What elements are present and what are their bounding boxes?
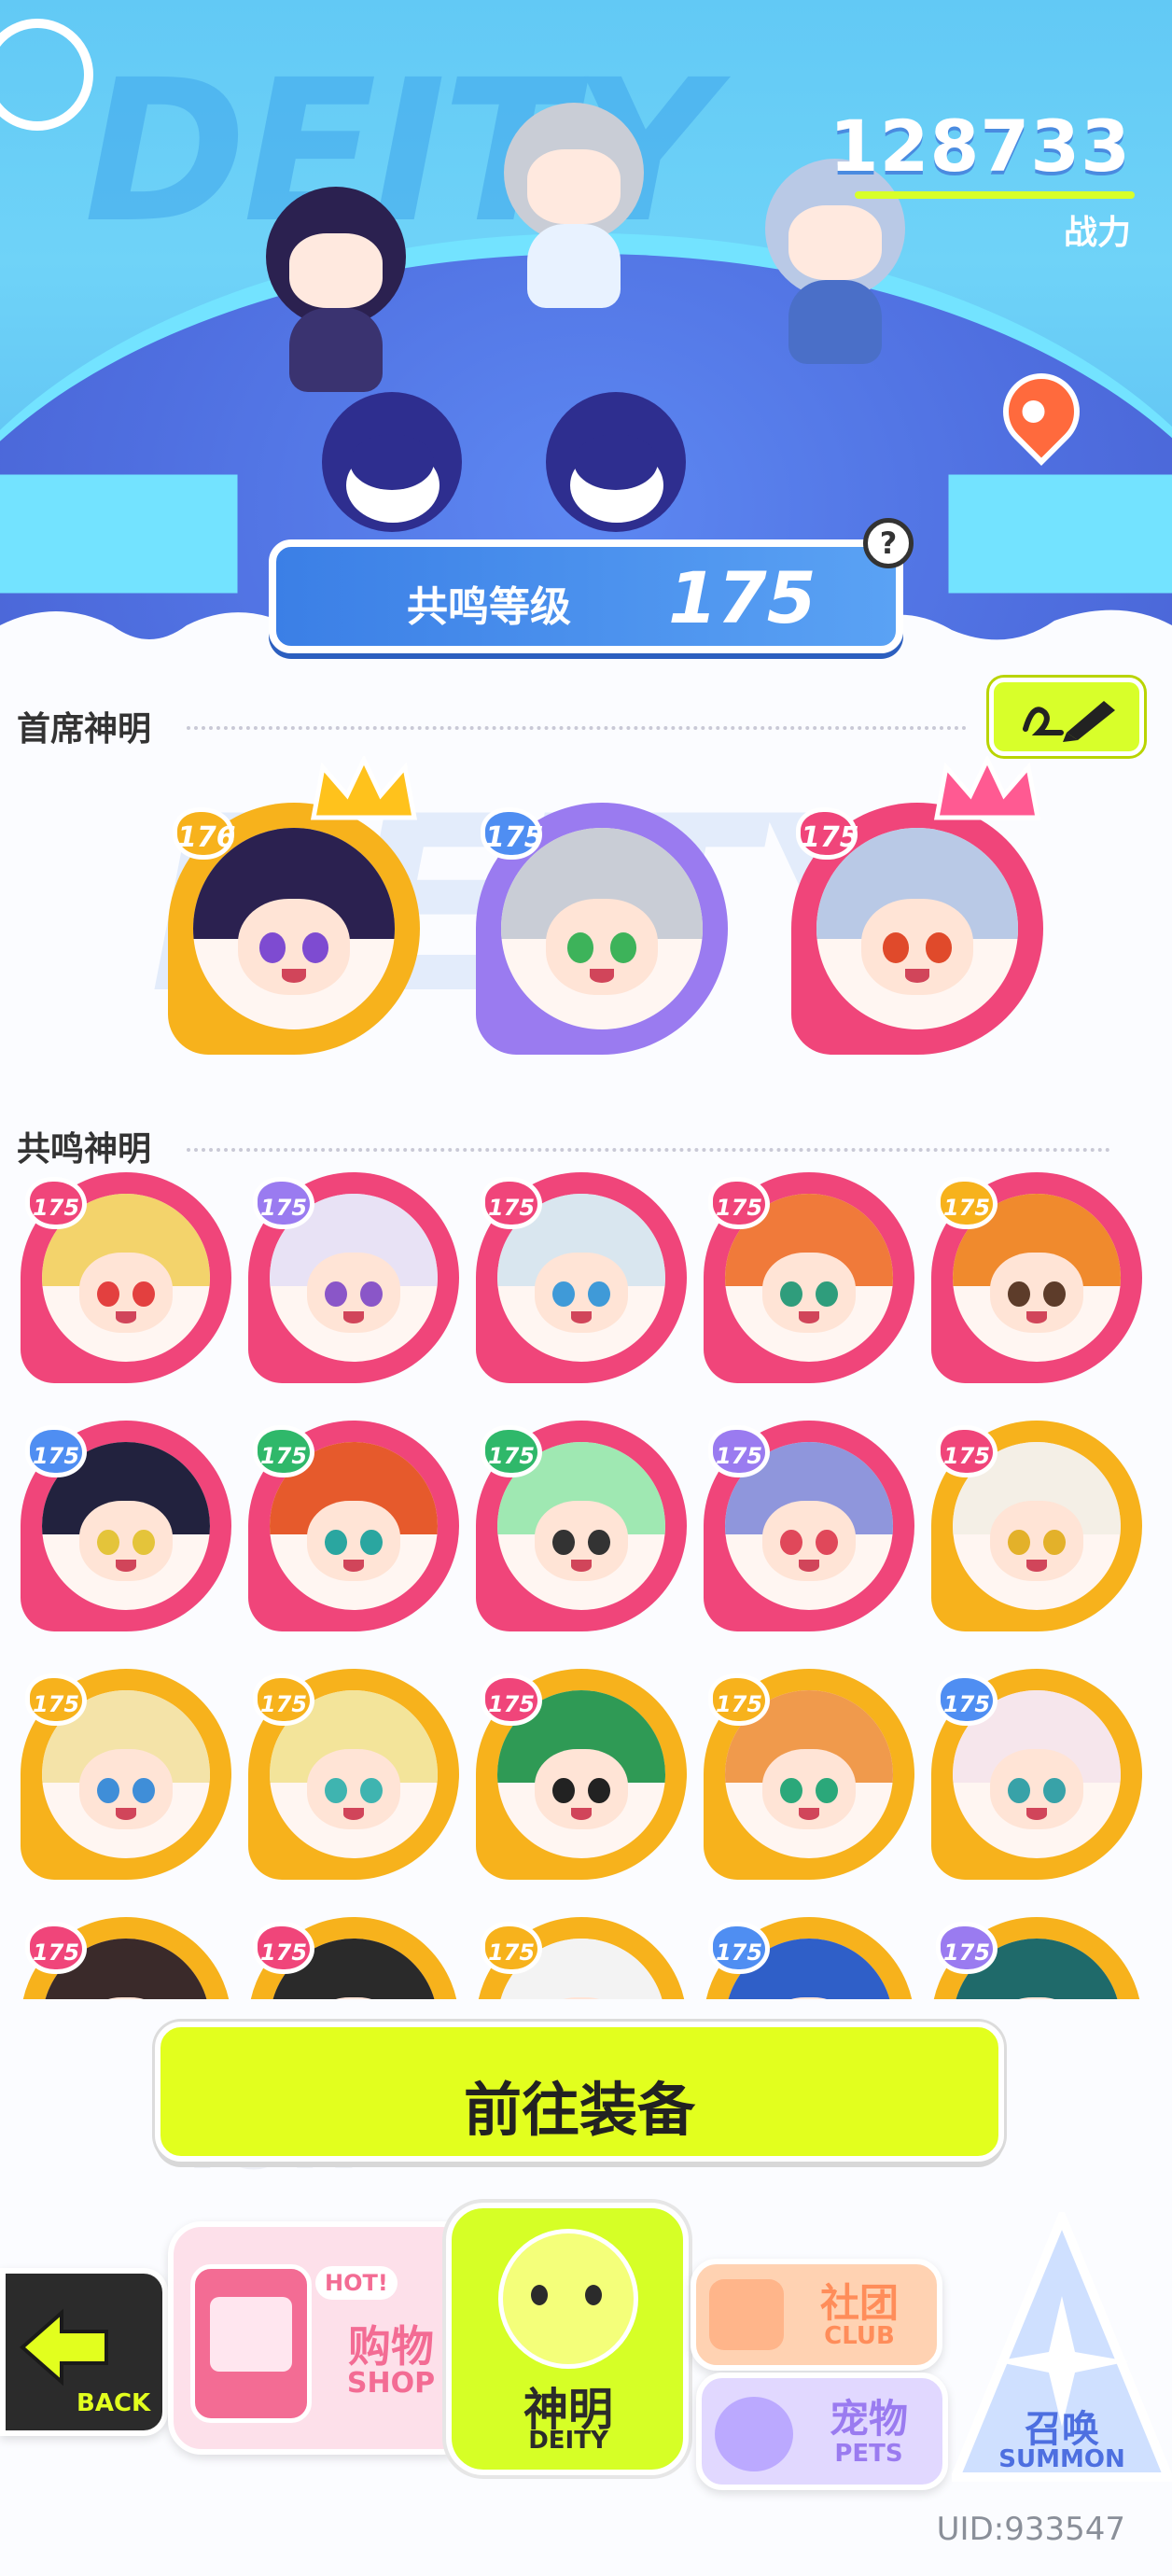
- shop-sub-label: SHOP: [346, 2367, 436, 2400]
- chibi-leader-dark[interactable]: [247, 187, 425, 392]
- level-badge: 175: [25, 1673, 87, 1726]
- deity-portrait[interactable]: 175: [931, 1421, 1142, 1631]
- deity-portrait[interactable]: 175: [704, 1669, 914, 1880]
- level-badge: 175: [708, 1425, 770, 1477]
- summon-sub-label: SUMMON: [998, 2445, 1125, 2473]
- level-badge: 175: [481, 1425, 542, 1477]
- level-badge: 175: [25, 1922, 87, 1974]
- planet-eye-icon: [322, 392, 462, 532]
- deity-portrait[interactable]: 175: [476, 1421, 687, 1631]
- crown-icon: [310, 756, 418, 820]
- level-badge: 175: [708, 1673, 770, 1726]
- deity-portrait[interactable]: 175: [21, 1669, 231, 1880]
- level-badge: 175: [481, 1673, 542, 1726]
- combat-power-label: 战力: [1063, 214, 1131, 252]
- deity-portrait[interactable]: 175: [476, 1917, 687, 1999]
- deity-portrait[interactable]: 176: [168, 803, 420, 1055]
- deity-portrait[interactable]: 175: [21, 1917, 231, 1999]
- resonance-level-label: 共鸣等级: [407, 583, 571, 631]
- back-label: BACK: [77, 2389, 151, 2417]
- resonance-deities-title: 共鸣神明: [17, 1122, 160, 1170]
- club-label: 社团: [819, 2280, 899, 2326]
- arrow-left-icon: [19, 2308, 108, 2387]
- deity-portrait[interactable]: 175: [704, 1172, 914, 1383]
- pet-icon: [715, 2397, 793, 2471]
- deity-mascot-icon: [498, 2229, 638, 2369]
- nav-club-button[interactable]: 社团 CLUB: [691, 2259, 942, 2371]
- level-badge: 175: [253, 1425, 314, 1477]
- level-badge: 175: [796, 807, 859, 860]
- level-badge: 175: [936, 1922, 998, 1974]
- chibi-leader-blue[interactable]: [746, 159, 924, 364]
- deity-portrait[interactable]: 175: [248, 1172, 459, 1383]
- planet-eye-icon: [546, 392, 686, 532]
- level-badge: 175: [481, 1177, 542, 1229]
- level-badge: 175: [936, 1673, 998, 1726]
- deity-portrait[interactable]: 175: [476, 1669, 687, 1880]
- planet-ring-icon: [0, 19, 93, 131]
- level-badge: 175: [481, 1922, 542, 1974]
- vending-machine-icon: [190, 2264, 312, 2423]
- deity-portrait[interactable]: 175: [476, 1172, 687, 1383]
- club-bag-icon: [709, 2279, 784, 2350]
- go-equip-button[interactable]: 前往装备: [155, 2022, 1004, 2162]
- level-badge: 175: [708, 1177, 770, 1229]
- level-badge: 175: [253, 1673, 314, 1726]
- combat-power-underline: [855, 191, 1135, 199]
- edit-button[interactable]: [989, 678, 1144, 756]
- back-button[interactable]: BACK: [0, 2268, 168, 2436]
- deity-portrait[interactable]: 175: [931, 1669, 1142, 1880]
- level-badge: 175: [25, 1177, 87, 1229]
- pencil-icon: [1023, 701, 1115, 742]
- level-badge: 176: [173, 807, 236, 860]
- deity-sub-label: DEITY: [528, 2427, 608, 2455]
- resonance-level-banner: 共鸣等级 175: [269, 539, 903, 653]
- level-badge: 175: [25, 1425, 87, 1477]
- featured-deities-row: 176 175 175: [0, 747, 1172, 1055]
- level-badge: 175: [253, 1922, 314, 1974]
- pets-sub-label: PETS: [834, 2440, 903, 2468]
- deity-portrait[interactable]: 175: [21, 1172, 231, 1383]
- deity-portrait[interactable]: 175: [476, 803, 728, 1055]
- pets-label: 宠物: [829, 2396, 908, 2442]
- deity-portrait[interactable]: 175: [21, 1421, 231, 1631]
- nav-shop-button[interactable]: HOT! 购物 SHOP: [168, 2221, 476, 2455]
- combat-power-value: 128733: [829, 105, 1131, 188]
- level-badge: 175: [708, 1922, 770, 1974]
- nav-summon-button[interactable]: 召唤 SUMMON: [952, 2212, 1172, 2492]
- resonance-level-value: 175: [668, 556, 816, 639]
- go-equip-label: 前往装备: [463, 2076, 695, 2144]
- level-badge: 175: [936, 1425, 998, 1477]
- featured-deities-title: 首席神明: [17, 702, 160, 750]
- nav-deity-button[interactable]: 神明 DEITY: [446, 2203, 689, 2475]
- deity-portrait[interactable]: 175: [704, 1421, 914, 1631]
- deity-portrait[interactable]: 175: [931, 1172, 1142, 1383]
- chibi-leader-silver[interactable]: [485, 103, 663, 308]
- shop-label: 购物: [348, 2321, 434, 2372]
- level-badge: 175: [936, 1177, 998, 1229]
- level-badge: 175: [481, 807, 544, 860]
- level-badge: 175: [253, 1177, 314, 1229]
- section-divider: [187, 1148, 1110, 1152]
- deity-portrait[interactable]: 175: [931, 1917, 1142, 1999]
- nav-pets-button[interactable]: 宠物 PETS: [696, 2373, 948, 2490]
- resonance-deities-grid[interactable]: 175 175 175 175 175 175 175 175 175 175 175 175 175 1…: [0, 1167, 1172, 1999]
- shop-hot-badge: HOT!: [315, 2266, 398, 2300]
- section-divider: [187, 726, 967, 730]
- club-sub-label: CLUB: [824, 2322, 895, 2350]
- crown-icon: [933, 756, 1041, 820]
- deity-portrait[interactable]: 175: [704, 1917, 914, 1999]
- user-id-text: UID:933547: [936, 2511, 1125, 2548]
- help-question-icon[interactable]: ?: [863, 518, 914, 568]
- deity-portrait[interactable]: 175: [248, 1669, 459, 1880]
- deity-portrait[interactable]: 175: [791, 803, 1043, 1055]
- deity-portrait[interactable]: 175: [248, 1421, 459, 1631]
- deity-portrait[interactable]: 175: [248, 1917, 459, 1999]
